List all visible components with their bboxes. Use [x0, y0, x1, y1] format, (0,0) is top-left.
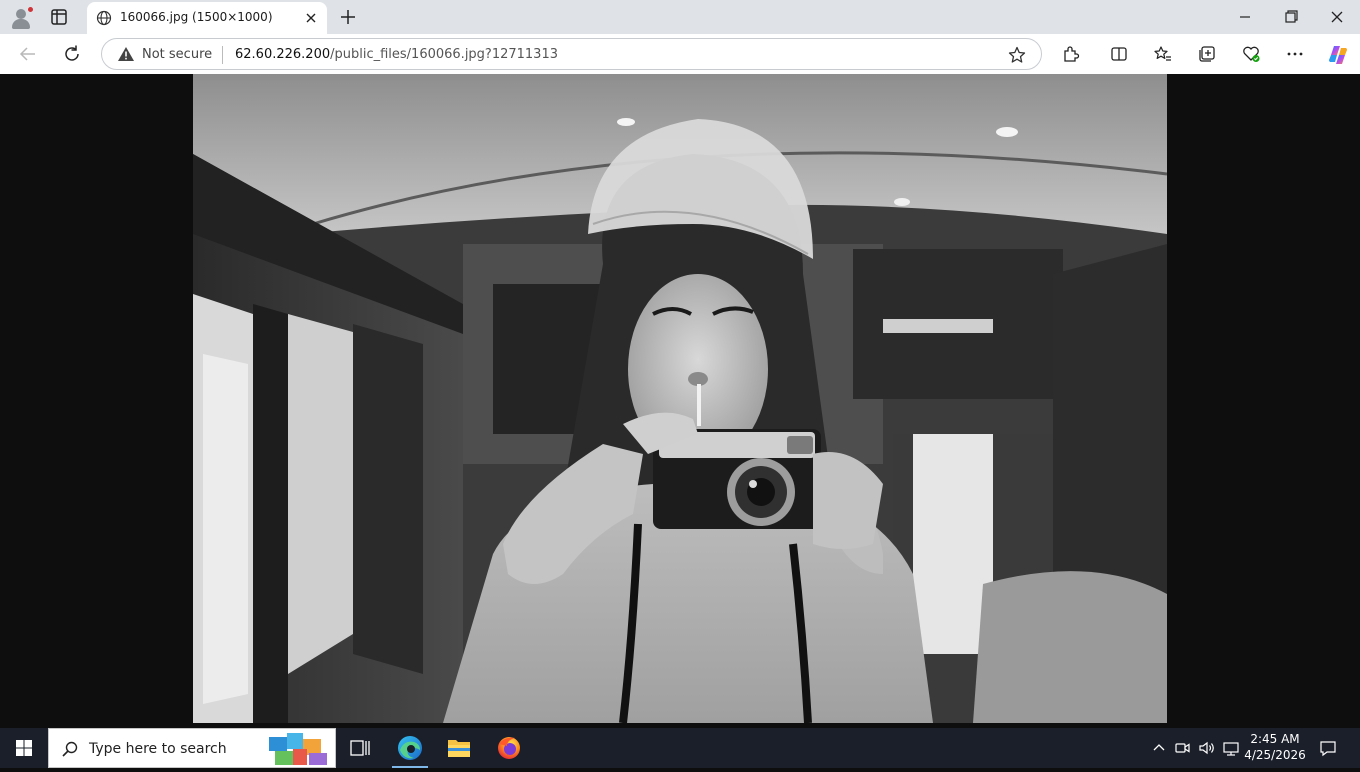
chevron-up-icon[interactable]	[1149, 738, 1169, 758]
clock-date: 4/25/2026	[1244, 748, 1306, 762]
browser-toolbar: Not secure 62.60.226.200/public_files/16…	[0, 34, 1360, 74]
url-text[interactable]: 62.60.226.200/public_files/160066.jpg?12…	[235, 47, 558, 62]
photo-image[interactable]	[193, 74, 1167, 723]
minimize-button[interactable]	[1233, 6, 1257, 28]
tab-bar: 160066.jpg (1500×1000)	[0, 0, 1360, 34]
extensions-icon[interactable]	[1061, 44, 1081, 64]
more-icon[interactable]	[1285, 44, 1305, 64]
warning-icon[interactable]	[117, 46, 135, 62]
collections-icon[interactable]	[1197, 44, 1217, 64]
edge-icon[interactable]	[386, 728, 434, 768]
notification-dot	[27, 6, 34, 13]
image-viewer: ANY RUN	[4, 74, 1356, 723]
meet-now-icon[interactable]	[1173, 738, 1193, 758]
new-tab-button[interactable]	[338, 7, 358, 27]
copilot-icon[interactable]	[1327, 44, 1348, 64]
restore-button[interactable]	[1279, 6, 1303, 28]
favorites-icon[interactable]	[1153, 44, 1173, 64]
refresh-button[interactable]	[61, 43, 83, 65]
system-clock[interactable]: 2:45 AM 4/25/2026	[1244, 731, 1306, 763]
notifications-icon[interactable]	[1318, 738, 1338, 758]
browser-essentials-icon[interactable]	[1241, 44, 1261, 64]
tab-actions-button[interactable]	[48, 7, 70, 27]
task-view-icon[interactable]	[336, 728, 384, 768]
network-icon[interactable]	[1221, 738, 1241, 758]
profile-avatar-button[interactable]	[9, 6, 34, 30]
start-button[interactable]	[0, 728, 48, 768]
search-highlight-puzzle-icon	[267, 731, 331, 767]
tab-active[interactable]: 160066.jpg (1500×1000)	[87, 2, 327, 34]
globe-icon	[96, 10, 112, 26]
split-screen-icon[interactable]	[1109, 44, 1129, 64]
add-favorite-icon[interactable]	[1007, 45, 1027, 65]
clock-time: 2:45 AM	[1250, 732, 1300, 746]
search-icon	[61, 740, 79, 758]
address-bar[interactable]: Not secure 62.60.226.200/public_files/16…	[101, 38, 1042, 70]
volume-icon[interactable]	[1197, 738, 1217, 758]
search-placeholder: Type here to search	[89, 741, 227, 757]
taskbar-search-box[interactable]: Type here to search	[48, 728, 336, 768]
close-tab-icon[interactable]	[302, 9, 320, 27]
file-explorer-icon[interactable]	[435, 728, 483, 768]
url-host: 62.60.226.200	[235, 47, 331, 62]
taskbar: Type here to search 2:45 AM 4/25/2026	[0, 728, 1360, 768]
firefox-icon[interactable]	[485, 728, 533, 768]
address-divider	[222, 46, 223, 64]
back-button[interactable]	[17, 43, 39, 65]
close-window-button[interactable]	[1325, 6, 1349, 28]
url-path: /public_files/160066.jpg?12711313	[330, 47, 558, 62]
security-label[interactable]: Not secure	[142, 47, 212, 62]
tab-title: 160066.jpg (1500×1000)	[120, 10, 273, 24]
